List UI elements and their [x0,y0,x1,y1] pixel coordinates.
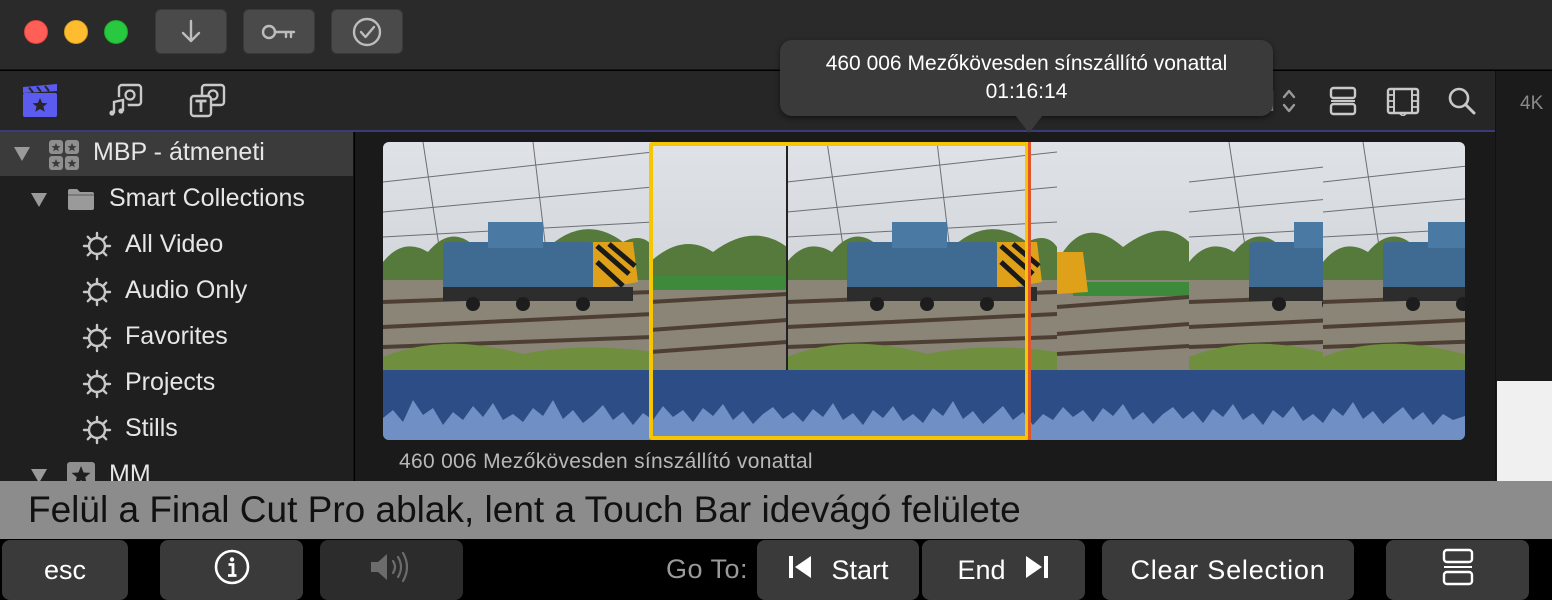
window-titlebar [0,0,1552,70]
resolution-badge: 4K [1520,93,1544,114]
keyword-editor-button[interactable] [243,9,315,54]
smart-collections-label: Smart Collections [109,184,305,212]
chevron-up-down-icon [1269,86,1299,121]
go-to-start-button[interactable]: Start [757,540,919,600]
info-icon [213,548,251,593]
folder-icon [67,187,95,218]
clip-appearance-touch-button[interactable] [1386,540,1529,600]
smart-collection-gear-icon [82,369,112,406]
skimmer-tooltip: 460 006 Mezőkövesden sínszállító vonatta… [780,40,1273,116]
sidebar-item-label: Projects [125,368,216,396]
clear-selection-label: Clear Selection [1130,554,1326,585]
sidebar-item-projects[interactable]: Projects [0,362,353,406]
titles-generators-tab[interactable] [188,83,228,123]
browser-content: 460 006 Mezőkövesden sínszállító vonatta… [355,132,1495,481]
viewer-image-edge [1497,381,1552,481]
photos-audio-icon [105,82,145,125]
disclosure-triangle-icon[interactable] [31,193,47,207]
sidebar-smart-collections-row[interactable]: Smart Collections [0,178,353,222]
sidebar-item-label: Favorites [125,322,228,350]
minimize-window-button[interactable] [64,20,88,44]
smart-collection-gear-icon [82,277,112,314]
search-button[interactable] [1442,83,1482,123]
libraries-sidebar: MBP - átmeneti Smart Collections All Vid… [0,132,354,481]
skip-to-end-icon [1024,554,1050,587]
filmstrip-icon [1386,86,1420,121]
smart-collection-gear-icon [82,323,112,360]
tooltip-clip-title: 460 006 Mezőkövesden sínszállító vonatta… [825,52,1228,75]
libraries-icon [21,83,59,124]
clip-name-label: 460 006 Mezőkövesden sínszállító vonatta… [399,450,813,473]
smart-collection-gear-icon [82,231,112,268]
libraries-tab[interactable] [20,83,60,123]
close-window-button[interactable] [24,20,48,44]
event-star-icon [66,461,96,481]
sidebar-item-stills[interactable]: Stills [0,408,353,452]
disclosure-triangle-icon[interactable] [14,147,30,161]
zoom-window-button[interactable] [104,20,128,44]
download-icon [180,19,202,45]
clear-selection-button[interactable]: Clear Selection [1102,540,1354,600]
end-label: End [957,554,1006,585]
checkmark-circle-icon [351,16,383,48]
sidebar-event-mm[interactable]: MM [0,454,353,481]
esc-key[interactable]: esc [2,540,128,600]
import-media-button[interactable] [155,9,227,54]
sidebar-item-all-video[interactable]: All Video [0,224,353,268]
event-name: MM [109,460,151,481]
tooltip-timecode: 01:16:14 [985,80,1068,103]
touch-bar: esc Go To: Start End Clear Selection [0,539,1552,600]
library-icon [48,139,80,178]
go-to-end-button[interactable]: End [922,540,1085,600]
sidebar-item-label: Stills [125,414,178,442]
skimmer-playhead[interactable] [1028,142,1031,440]
sidebar-item-label: All Video [125,230,224,258]
clip-appearance-icon [1441,547,1475,594]
clip-appearance-icon [1328,85,1358,122]
range-selection[interactable] [649,142,1029,440]
filmstrip-button[interactable] [1383,83,1423,123]
search-icon [1447,86,1477,121]
sidebar-item-label: Audio Only [125,276,248,304]
speaker-icon [367,550,417,591]
info-button[interactable] [160,540,303,600]
volume-button[interactable] [320,540,463,600]
photos-audio-tab[interactable] [105,83,145,123]
esc-label: esc [43,554,87,585]
disclosure-triangle-icon[interactable] [31,469,47,481]
smart-collection-gear-icon [82,415,112,452]
sidebar-item-audio-only[interactable]: Audio Only [0,270,353,314]
titles-generators-icon [188,82,228,125]
tooltip-pointer [1015,115,1043,133]
viewer-panel-edge: 4K [1495,71,1552,481]
clip-appearance-button[interactable] [1323,83,1363,123]
sidebar-item-favorites[interactable]: Favorites [0,316,353,360]
skip-to-start-icon [787,554,813,587]
start-label: Start [831,554,889,585]
key-icon [261,22,297,42]
image-caption: Felül a Final Cut Pro ablak, lent a Touc… [0,481,1552,539]
sidebar-library-row[interactable]: MBP - átmeneti [0,132,353,178]
background-tasks-button[interactable] [331,9,403,54]
goto-label: Go To: [666,554,749,584]
library-name: MBP - átmeneti [93,138,265,166]
